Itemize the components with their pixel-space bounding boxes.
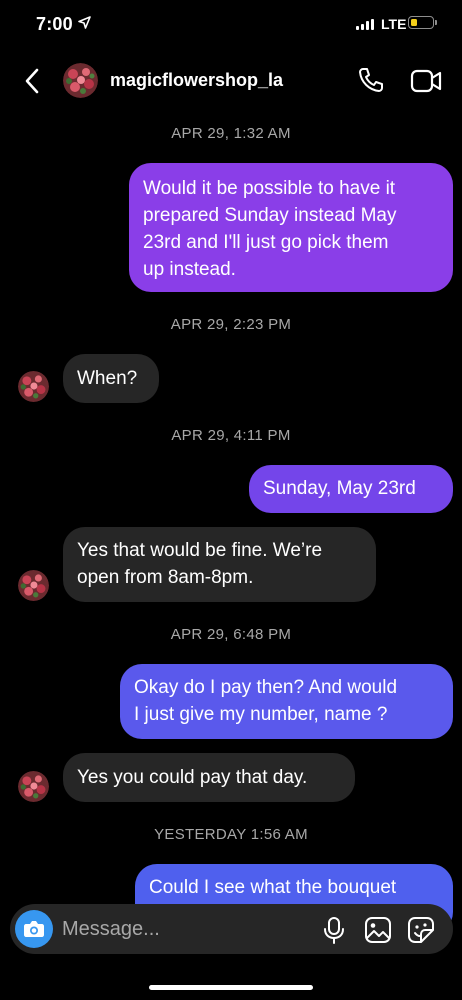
message-line: open from 8am-8pm. [77, 567, 254, 588]
home-indicator [149, 985, 313, 990]
camera-button[interactable] [15, 910, 53, 948]
battery-tip [435, 20, 437, 25]
message-line: prepared Sunday instead May [143, 205, 397, 226]
battery-icon [408, 16, 434, 29]
received-message-bubble[interactable]: Yes you could pay that day. [63, 753, 355, 802]
back-chevron-icon[interactable] [20, 66, 44, 96]
camera-icon [24, 921, 44, 937]
message-timestamp: APR 29, 6:48 PM [170, 626, 292, 643]
network-type-label: LTE [381, 16, 407, 32]
received-message-bubble[interactable]: Yes that would be fine. We’re open from … [63, 527, 376, 602]
status-time: 7:00 [36, 14, 73, 34]
phone-call-icon[interactable] [357, 66, 385, 94]
avatar[interactable] [63, 63, 98, 98]
message-line: up instead. [143, 259, 236, 280]
chat-header: magicflowershop_la [0, 50, 462, 112]
message-line: Sunday, May 23rd [263, 478, 416, 499]
sticker-icon[interactable] [407, 916, 435, 944]
cellular-signal-icon [356, 19, 374, 30]
message-line: Could I see what the bouquet [149, 877, 397, 898]
status-bar: 7:00 LTE [0, 0, 462, 50]
sent-message-bubble[interactable]: Sunday, May 23rd [249, 465, 453, 513]
received-message-bubble[interactable]: When? [63, 354, 159, 403]
message-timestamp: APR 29, 1:32 AM [171, 125, 291, 142]
microphone-icon[interactable] [322, 916, 346, 944]
sender-avatar[interactable] [18, 570, 49, 601]
message-timestamp: YESTERDAY 1:56 AM [154, 826, 308, 843]
sender-avatar[interactable] [18, 771, 49, 802]
message-line: When? [77, 368, 138, 389]
sent-message-bubble[interactable]: Would it be possible to have it prepared… [129, 163, 453, 292]
message-line: I just give my number, name ? [134, 704, 388, 725]
sender-avatar[interactable] [18, 371, 49, 402]
message-composer [10, 904, 453, 954]
message-timestamp: APR 29, 2:23 PM [170, 316, 292, 333]
gallery-icon[interactable] [364, 916, 392, 944]
message-line: Yes that would be fine. We’re [77, 540, 323, 561]
message-line: Yes you could pay that day. [77, 767, 308, 788]
message-timestamp: APR 29, 4:11 PM [171, 427, 291, 444]
message-line: 23rd and I'll just go pick them [143, 232, 389, 253]
chat-username[interactable]: magicflowershop_la [110, 70, 283, 91]
sent-message-bubble[interactable]: Okay do I pay then? And would I just giv… [120, 664, 453, 739]
message-input[interactable] [62, 904, 312, 954]
message-line: Okay do I pay then? And would [134, 677, 398, 698]
video-call-icon[interactable] [410, 68, 442, 94]
message-line: Would it be possible to have it [143, 178, 396, 199]
location-arrow-icon [78, 16, 91, 29]
